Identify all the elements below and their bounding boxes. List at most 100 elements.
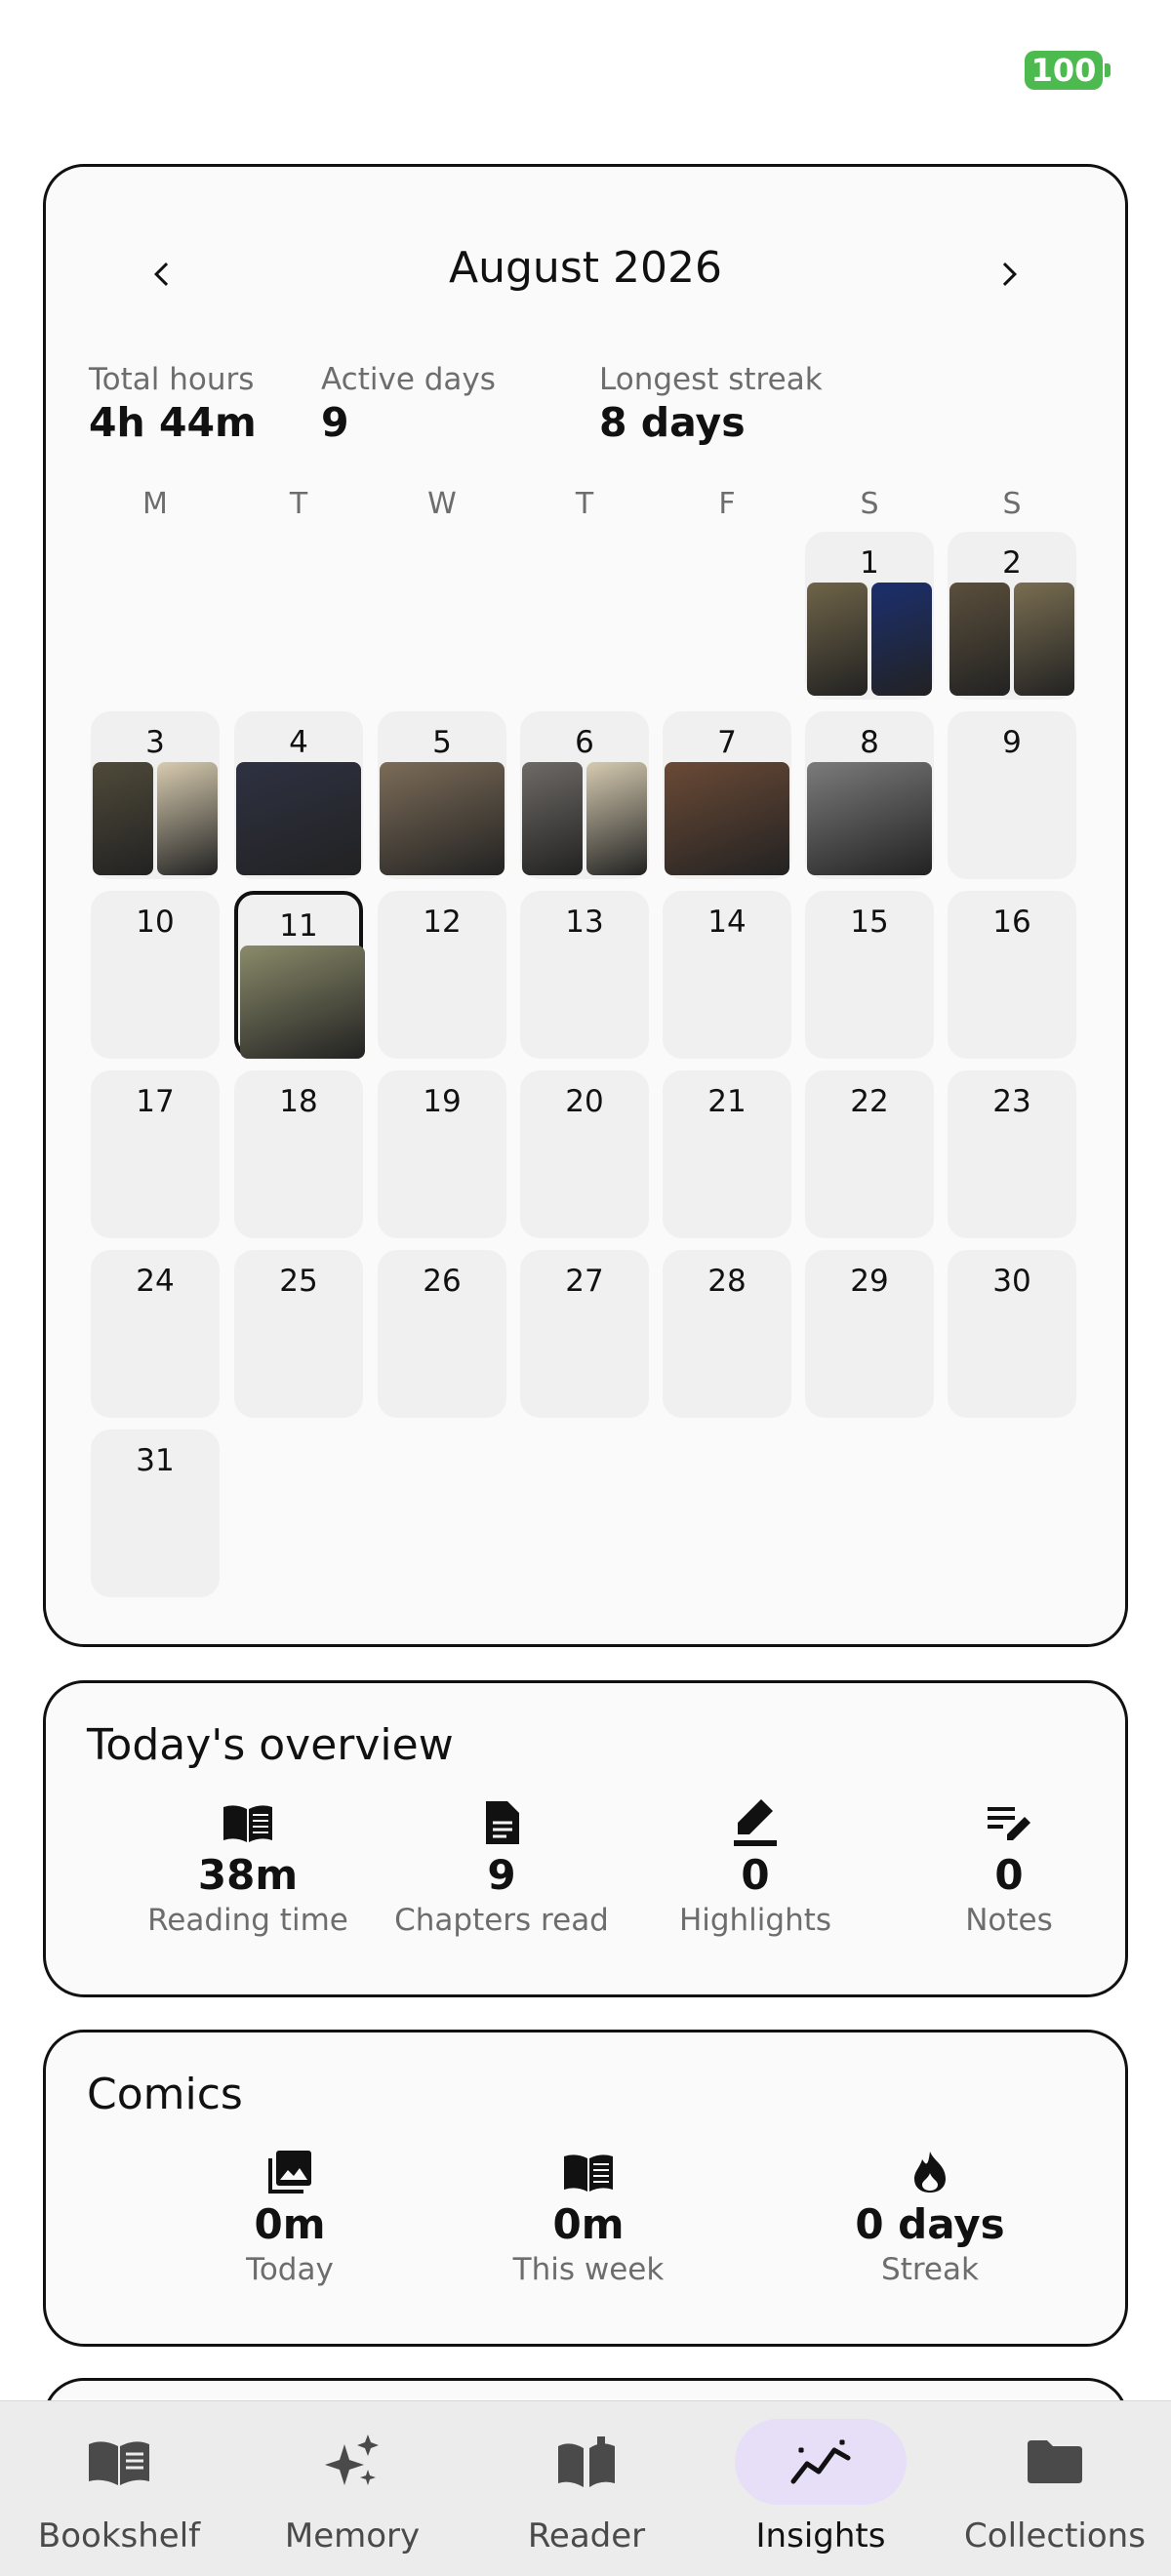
calendar-day-8[interactable]: 8 — [805, 711, 934, 879]
weekday-label: S — [1002, 487, 1022, 521]
calendar-day-16[interactable]: 16 — [948, 891, 1076, 1059]
metric-reading-time: 38m Reading time — [120, 1798, 376, 1938]
metric-label: Today — [246, 2252, 334, 2287]
calendar-day-29[interactable]: 29 — [805, 1250, 934, 1418]
book-cover-thumbnail — [236, 762, 361, 875]
day-number: 9 — [1002, 725, 1022, 760]
book-covers — [380, 762, 505, 875]
weekday-label: S — [860, 487, 879, 521]
metric-label: Chapters read — [394, 1903, 609, 1938]
day-number: 8 — [860, 725, 879, 760]
nav-item-insights[interactable]: Insights — [704, 2401, 938, 2576]
book-covers — [807, 583, 932, 696]
metric-value: 9 — [487, 1851, 516, 1899]
calendar-day-17[interactable]: 17 — [91, 1070, 220, 1238]
day-number: 1 — [860, 545, 879, 581]
stat-label: Active days — [321, 362, 496, 397]
section-title: Comics — [87, 2070, 243, 2119]
calendar-day-7[interactable]: 7 — [663, 711, 791, 879]
day-number: 29 — [850, 1264, 889, 1299]
month-title: August 2026 — [449, 243, 722, 293]
day-number: 2 — [1002, 545, 1022, 581]
day-number: 19 — [423, 1084, 462, 1119]
metric-label: This week — [512, 2252, 665, 2287]
calendar-day-6[interactable]: 6 — [520, 711, 649, 879]
next-month-button[interactable] — [979, 245, 1037, 303]
book-covers — [240, 946, 365, 1059]
book-covers — [949, 583, 1074, 696]
calendar-day-10[interactable]: 10 — [91, 891, 220, 1059]
calendar-day-27[interactable]: 27 — [520, 1250, 649, 1418]
calendar-day-26[interactable]: 26 — [378, 1250, 506, 1418]
metric-value: 0m — [254, 2200, 326, 2248]
calendar-day-4[interactable]: 4 — [234, 711, 363, 879]
book-cover-thumbnail — [586, 762, 647, 875]
calendar-day-31[interactable]: 31 — [91, 1429, 220, 1597]
calendar-day-19[interactable]: 19 — [378, 1070, 506, 1238]
weekday-label: T — [575, 487, 594, 521]
calendar-day-20[interactable]: 20 — [520, 1070, 649, 1238]
day-number: 15 — [850, 905, 889, 940]
day-number: 5 — [432, 725, 452, 760]
calendar-day-2[interactable]: 2 — [948, 532, 1076, 700]
book-cover-thumbnail — [240, 946, 365, 1059]
metric-label: Reading time — [147, 1903, 348, 1938]
bottom-navigation: Bookshelf Memory Reader Insights Collect… — [0, 2400, 1171, 2576]
calendar-day-14[interactable]: 14 — [663, 891, 791, 1059]
nav-label: Reader — [527, 2516, 646, 2556]
image-stack-icon — [268, 2151, 311, 2194]
calendar-day-25[interactable]: 25 — [234, 1250, 363, 1418]
calendar-day-12[interactable]: 12 — [378, 891, 506, 1059]
section-title: Today's overview — [87, 1720, 454, 1770]
metric-notes: 0 Notes — [881, 1798, 1137, 1938]
calendar-day-3[interactable]: 3 — [91, 711, 220, 879]
stat-value: 4h 44m — [89, 399, 257, 446]
day-number: 25 — [279, 1264, 318, 1299]
calendar-day-5[interactable]: 5 — [378, 711, 506, 879]
day-number: 17 — [136, 1084, 175, 1119]
book-covers — [807, 762, 932, 875]
calendar-day-28[interactable]: 28 — [663, 1250, 791, 1418]
nav-item-reader[interactable]: Reader — [469, 2401, 704, 2576]
day-number: 4 — [289, 725, 308, 760]
book-covers — [236, 762, 361, 875]
calendar-day-21[interactable]: 21 — [663, 1070, 791, 1238]
weekday-label: T — [289, 487, 308, 521]
metric-comics-this-week: 0m This week — [462, 2148, 715, 2287]
book-cover-thumbnail — [871, 583, 932, 696]
calendar-day-1[interactable]: 1 — [805, 532, 934, 700]
status-bar: 100 — [0, 0, 1171, 137]
day-number: 12 — [423, 905, 462, 940]
day-number: 6 — [575, 725, 594, 760]
sparkle-icon — [325, 2435, 379, 2485]
nav-item-memory[interactable]: Memory — [235, 2401, 469, 2576]
calendar-day-18[interactable]: 18 — [234, 1070, 363, 1238]
nav-item-collections[interactable]: Collections — [938, 2401, 1171, 2576]
metric-value: 0m — [552, 2200, 625, 2248]
weekday-header: M T W T F S S — [91, 487, 1082, 526]
metric-value: 0 — [994, 1851, 1024, 1899]
metric-comics-streak: 0 days Streak — [803, 2148, 1057, 2287]
metric-highlights: 0 Highlights — [627, 1798, 883, 1938]
calendar-day-9[interactable]: 9 — [948, 711, 1076, 879]
nav-item-bookshelf[interactable]: Bookshelf — [2, 2401, 236, 2576]
month-header: August 2026 — [46, 235, 1125, 313]
day-number: 16 — [992, 905, 1031, 940]
calendar-day-11[interactable]: 11 — [234, 891, 365, 1059]
book-icon — [89, 2441, 149, 2485]
book-cover-thumbnail — [93, 762, 153, 875]
book-cover-thumbnail — [380, 762, 505, 875]
day-number: 26 — [423, 1264, 462, 1299]
calendar-day-15[interactable]: 15 — [805, 891, 934, 1059]
metric-value: 38m — [197, 1851, 299, 1899]
calendar-day-23[interactable]: 23 — [948, 1070, 1076, 1238]
day-number: 3 — [145, 725, 165, 760]
nav-label: Insights — [755, 2516, 886, 2556]
stat-label: Total hours — [89, 362, 255, 397]
book-cover-thumbnail — [807, 583, 868, 696]
calendar-day-30[interactable]: 30 — [948, 1250, 1076, 1418]
calendar-day-24[interactable]: 24 — [91, 1250, 220, 1418]
day-number: 18 — [279, 1084, 318, 1119]
calendar-day-22[interactable]: 22 — [805, 1070, 934, 1238]
calendar-day-13[interactable]: 13 — [520, 891, 649, 1059]
